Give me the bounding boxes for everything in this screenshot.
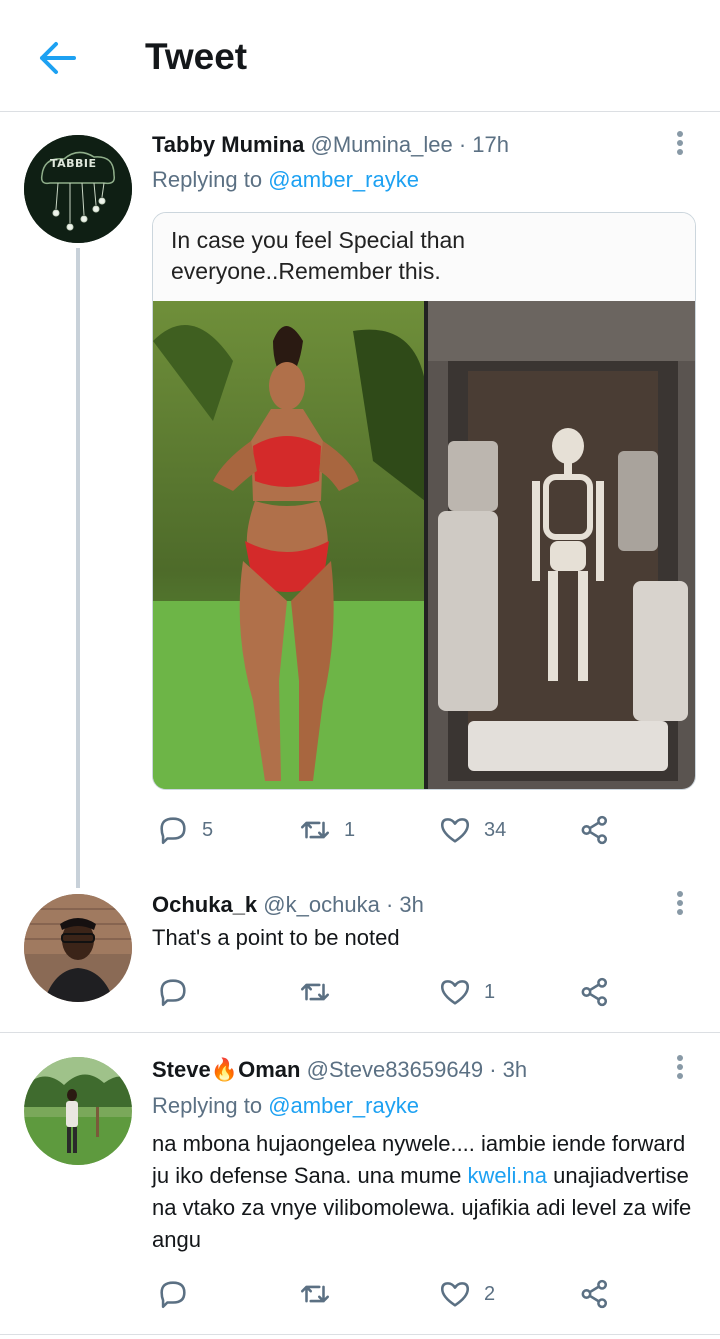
back-arrow-icon[interactable] [36, 38, 78, 78]
like-icon [440, 818, 470, 843]
reply-count: 5 [202, 818, 214, 841]
share-button[interactable] [578, 1274, 612, 1314]
replying-to-prefix: Replying to [152, 167, 263, 192]
tweet-actions: 5 1 34 [152, 810, 672, 850]
like-button[interactable]: 1 [438, 972, 495, 1012]
media-caption: In case you feel Special than everyone..… [153, 213, 695, 301]
tweet-actions: 1 [152, 972, 672, 1012]
tweet-time: · 3h [489, 1057, 528, 1082]
reply-button[interactable] [156, 1274, 202, 1314]
tweet-media[interactable]: In case you feel Special than everyone..… [152, 212, 696, 790]
tweet-header: Tabby Mumina @Mumina_lee · 17h [152, 132, 509, 158]
share-icon [581, 1279, 608, 1309]
fire-emoji: 🔥 [210, 1057, 239, 1082]
tweet-text: That's a point to be noted [152, 925, 400, 950]
media-photo-skeleton [428, 301, 695, 789]
like-button[interactable]: 2 [438, 1274, 495, 1314]
avatar[interactable] [24, 894, 132, 1002]
replying-to: Replying to @amber_rayke [152, 1093, 419, 1119]
like-count: 34 [484, 818, 507, 841]
author-handle[interactable]: @Steve83659649 [307, 1057, 483, 1082]
reply-icon [160, 817, 186, 845]
like-count: 2 [484, 1282, 496, 1305]
avatar-logo-text: TABBIE [50, 157, 97, 170]
replying-to-prefix: Replying to [152, 1093, 263, 1118]
author-name-part: Steve [152, 1057, 211, 1082]
avatar[interactable] [24, 1057, 132, 1165]
author-name[interactable]: Tabby Mumina [152, 132, 304, 157]
retweet-button[interactable] [298, 1274, 344, 1314]
more-vertical-icon[interactable] [670, 128, 690, 158]
share-icon [581, 815, 608, 845]
header-bar: Tweet [0, 0, 720, 112]
reply-button[interactable]: 5 [156, 810, 213, 850]
like-count: 1 [484, 980, 496, 1003]
more-vertical-icon[interactable] [670, 888, 690, 918]
like-button[interactable]: 34 [438, 810, 506, 850]
media-photo-woman [153, 301, 425, 789]
author-name-part: Oman [238, 1057, 301, 1082]
tweet-divider [0, 1032, 720, 1033]
replying-to-mention[interactable]: @amber_rayke [268, 1093, 419, 1118]
like-icon [440, 1282, 470, 1307]
retweet-button[interactable] [298, 972, 344, 1012]
reply-icon [160, 1281, 186, 1309]
retweet-icon [300, 983, 330, 1001]
more-vertical-icon[interactable] [670, 1052, 690, 1082]
reply-button[interactable] [156, 972, 202, 1012]
reply-icon [160, 979, 186, 1007]
tweet-text: na mbona hujaongelea nywele.... iambie i… [152, 1128, 697, 1256]
tweet-divider [0, 1334, 720, 1335]
tweet-header: Ochuka_k @k_ochuka · 3h [152, 892, 424, 918]
author-name[interactable]: Ochuka_k [152, 892, 257, 917]
page-title: Tweet [145, 36, 248, 77]
retweet-icon [300, 821, 330, 839]
author-name[interactable]: Steve🔥Oman [152, 1057, 300, 1082]
author-handle[interactable]: @k_ochuka [263, 892, 380, 917]
tweet-actions: 2 [152, 1274, 672, 1314]
tweet-time: · 17h [458, 132, 509, 157]
author-handle[interactable]: @Mumina_lee [311, 132, 453, 157]
retweet-button[interactable]: 1 [298, 810, 355, 850]
replying-to: Replying to @amber_rayke [152, 167, 419, 193]
retweet-count: 1 [344, 818, 356, 841]
like-icon [440, 980, 470, 1005]
share-icon [581, 977, 608, 1007]
tweet-header: Steve🔥Oman @Steve83659649 · 3h [152, 1057, 527, 1083]
tweet-time: · 3h [385, 892, 424, 917]
replying-to-mention[interactable]: @amber_rayke [268, 167, 419, 192]
tweet-link[interactable]: kweli.na [468, 1163, 547, 1188]
avatar[interactable]: TABBIE [24, 135, 132, 243]
share-button[interactable] [578, 972, 612, 1012]
thread-line [76, 248, 80, 888]
retweet-icon [300, 1285, 330, 1303]
share-button[interactable] [578, 810, 612, 850]
